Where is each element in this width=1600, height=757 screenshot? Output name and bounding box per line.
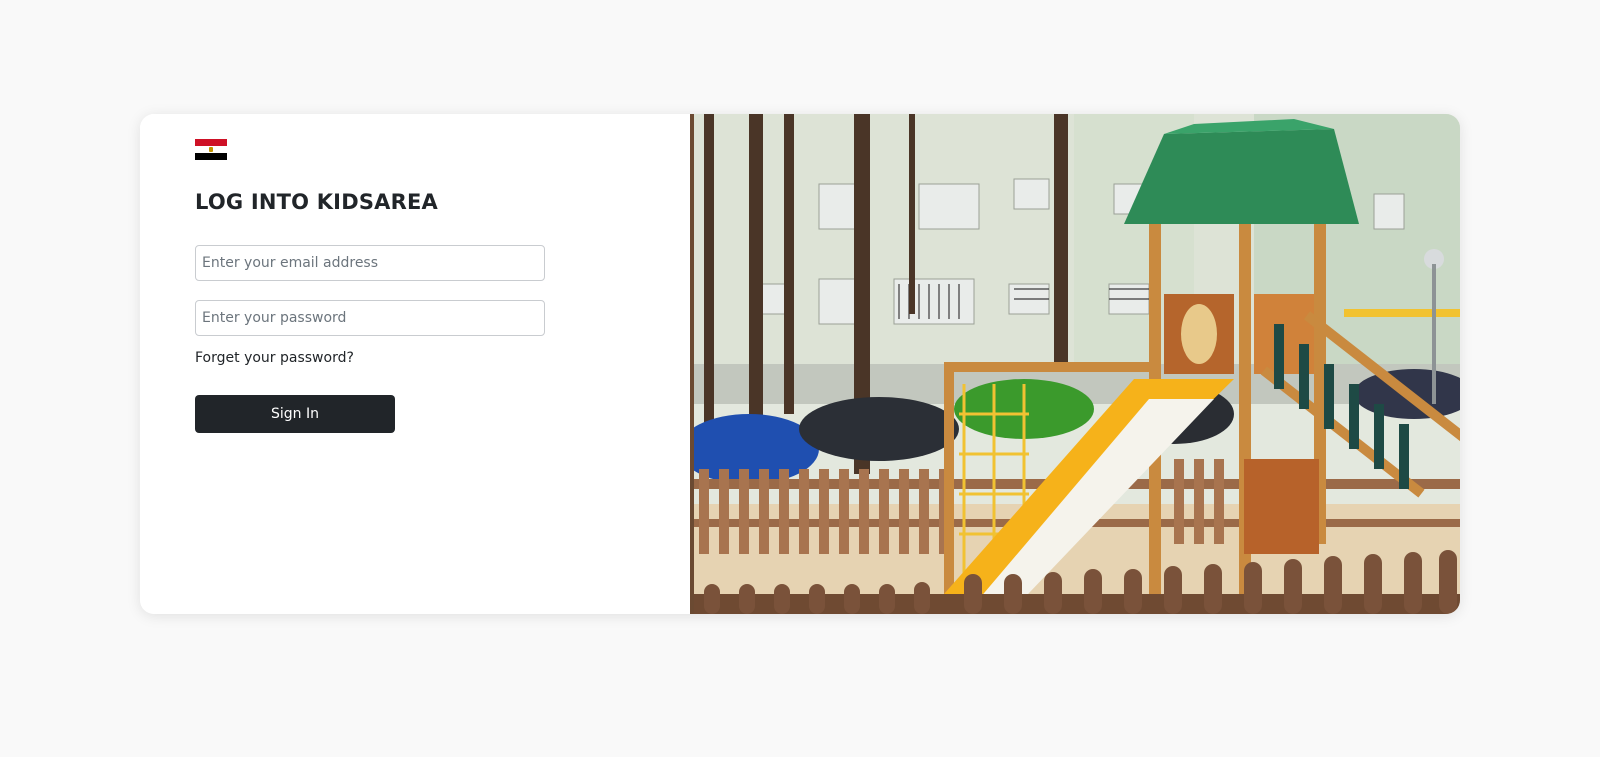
egypt-flag-icon: [195, 139, 227, 160]
email-field[interactable]: [195, 245, 545, 281]
sign-in-button[interactable]: Sign In: [195, 395, 395, 433]
playground-photo: [690, 114, 1460, 614]
password-field[interactable]: [195, 300, 545, 336]
login-panel: LOG INTO KIDSAREA Forget your password? …: [140, 114, 690, 614]
login-card: LOG INTO KIDSAREA Forget your password? …: [140, 114, 1460, 614]
forgot-password-link[interactable]: Forget your password?: [195, 350, 354, 366]
page-title: LOG INTO KIDSAREA: [195, 190, 438, 214]
